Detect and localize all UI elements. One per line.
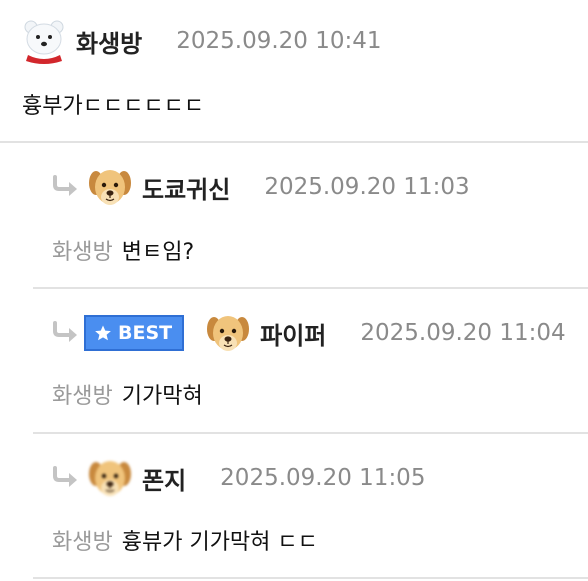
reply-arrow-icon [52, 466, 82, 488]
author-name[interactable]: 화생방 [76, 24, 142, 59]
timestamp: 2025.09.20 11:05 [220, 465, 426, 491]
mention[interactable]: 화생방 [52, 240, 113, 265]
comment-text: 화생방 변ㅌ임? [52, 234, 194, 266]
reply-arrow-icon [52, 321, 82, 343]
comment-header: 화생방 2025.09.20 10:41 [20, 17, 382, 65]
divider [33, 432, 588, 434]
mention[interactable]: 화생방 [52, 384, 113, 409]
divider [33, 287, 588, 289]
timestamp: 2025.09.20 10:41 [176, 28, 382, 54]
comment-text: 화생방 흉뷰가 기가막혀 ㄷㄷ [52, 524, 318, 556]
comment-header: 폰지 2025.09.20 11:05 [86, 454, 425, 502]
star-icon [95, 325, 111, 341]
author-name[interactable]: 도쿄귀신 [142, 170, 230, 205]
reply-text: 기가막혀 [121, 384, 203, 409]
author-name[interactable]: 파이퍼 [260, 316, 326, 351]
reply-text: 변ㅌ임? [121, 240, 195, 265]
polar-bear-icon[interactable] [20, 17, 68, 65]
comment-header: 도쿄귀신 2025.09.20 11:03 [86, 163, 470, 211]
divider [0, 141, 588, 143]
reply-arrow-icon [52, 175, 82, 197]
best-label: BEST [118, 322, 173, 344]
author-name[interactable]: 폰지 [142, 461, 186, 496]
divider [33, 577, 588, 579]
timestamp: 2025.09.20 11:04 [360, 320, 566, 346]
puppy-icon[interactable] [86, 163, 134, 211]
mention[interactable]: 화생방 [52, 530, 113, 555]
puppy-icon[interactable] [204, 309, 252, 357]
comment-text: 화생방 기가막혀 [52, 378, 203, 410]
comment-text: 흉부가ㄷㄷㄷㄷㄷㄷ [22, 94, 205, 119]
reply-text: 흉뷰가 기가막혀 ㄷㄷ [121, 530, 318, 555]
best-badge: BEST [84, 315, 185, 351]
timestamp: 2025.09.20 11:03 [264, 174, 470, 200]
puppy-blurred-icon[interactable] [86, 454, 134, 502]
comment-header: BEST 파이퍼 2025.09.20 11:04 [84, 309, 566, 357]
